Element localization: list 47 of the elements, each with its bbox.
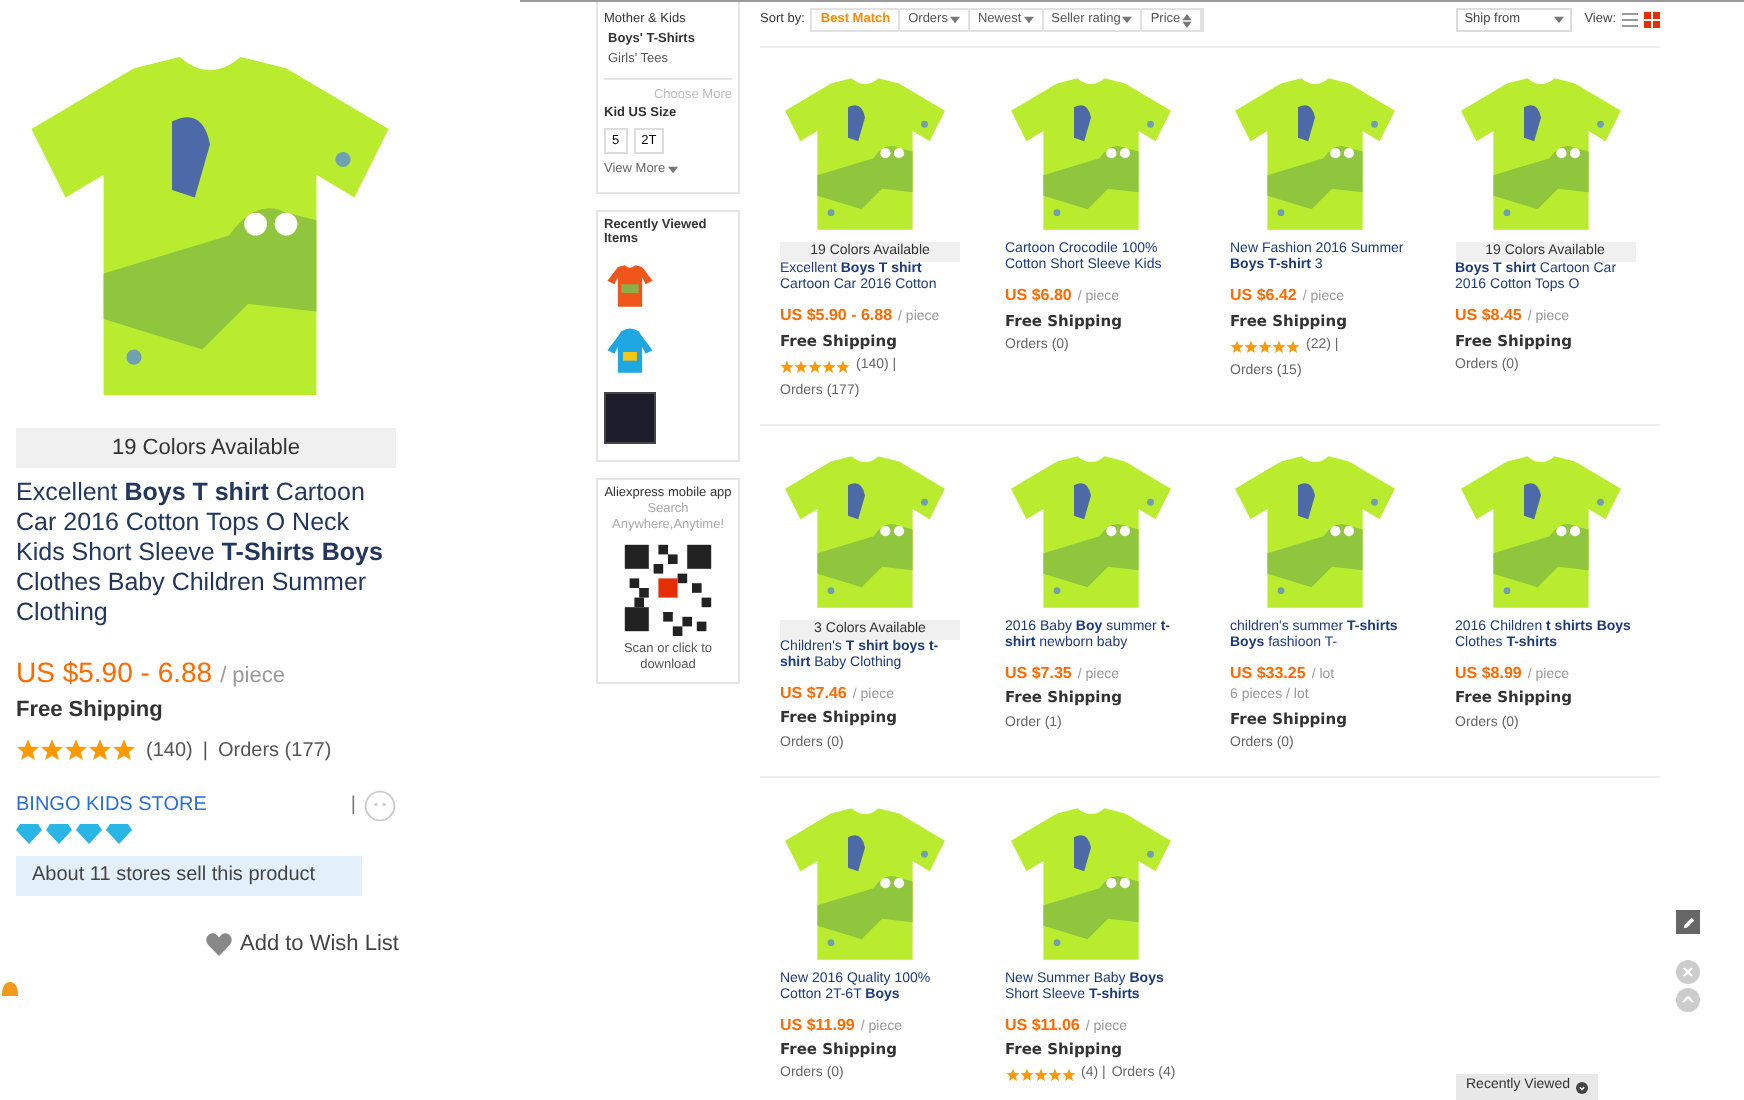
caret-icon: [949, 16, 960, 24]
price: US $7.35: [1005, 661, 1072, 686]
caret-icon: [1122, 16, 1133, 24]
order-count: Orders (177): [217, 737, 332, 765]
smiley-icon[interactable]: [364, 789, 396, 821]
heart-icon: [206, 931, 232, 956]
qr-code-icon[interactable]: [620, 539, 716, 635]
price: US $8.45: [1455, 304, 1522, 328]
stores-note[interactable]: About 11 stores sell this product: [16, 855, 362, 895]
caret-icon: [1023, 16, 1034, 24]
price: US $6.42: [1230, 284, 1297, 308]
unit-label: / piece: [220, 662, 285, 692]
review-count: (140): [146, 737, 193, 765]
scroll-top-icon[interactable]: [1676, 988, 1700, 1012]
price: US $6.80: [1005, 284, 1072, 308]
chevron-icon: [1576, 1081, 1589, 1093]
price: US $7.46: [780, 681, 847, 706]
star-icon: [112, 738, 136, 762]
product-title: Excellent Boys T shirt Cartoon Car 2016 Cotton Tops O Neck Kids Short Sleeve T-Shirts Boys Clothes Baby Children Summer Clothing: [16, 478, 385, 628]
colors-badge: 19 Colors Available: [16, 428, 396, 468]
hoodie-thumbnail[interactable]: [604, 325, 656, 377]
price: US $8.99: [1455, 661, 1522, 686]
price: US $11.99: [780, 1013, 855, 1037]
separator: |: [350, 792, 356, 820]
star-icon: [40, 738, 64, 762]
list-view-icon[interactable]: [1622, 12, 1638, 28]
price: US $5.90 - 6.88: [16, 654, 213, 692]
photo-placeholder[interactable]: [604, 391, 656, 443]
star-icon: [88, 738, 112, 762]
store-link[interactable]: BINGO KIDS STORE: [16, 790, 207, 820]
grid-view-icon[interactable]: [1644, 12, 1660, 28]
price: US $11.06: [1005, 1013, 1080, 1037]
star-icon: [16, 738, 40, 762]
shirt-thumbnail[interactable]: [604, 259, 656, 311]
sort-caret-icon: [1182, 13, 1193, 27]
pencil-icon: [1681, 915, 1695, 929]
caret-icon: [667, 165, 678, 174]
price: US $5.90 - 6.88: [780, 304, 893, 328]
star-icon: [64, 738, 88, 762]
separator: |: [202, 737, 208, 765]
free-shipping-label: Free Shipping: [16, 696, 165, 726]
edit-button[interactable]: [1676, 910, 1700, 934]
price: US $33.25: [1230, 661, 1306, 686]
close-icon[interactable]: [1676, 960, 1700, 984]
caret-icon: [1554, 16, 1565, 24]
wishlist-button[interactable]: Add to Wish List: [206, 927, 520, 960]
seller-rank-drawing: [16, 821, 132, 845]
